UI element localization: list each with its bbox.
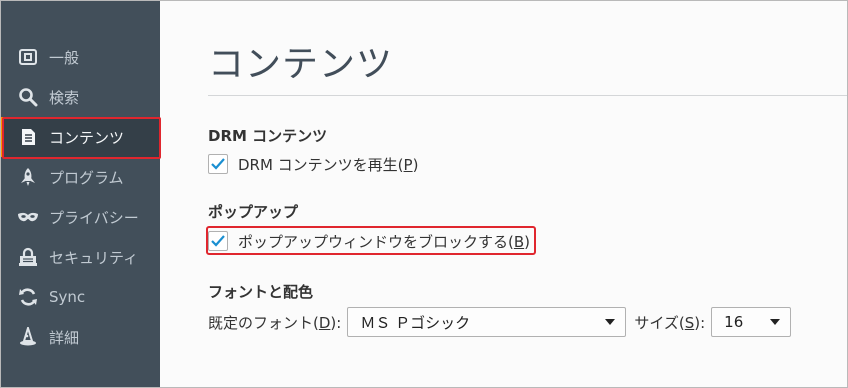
- sidebar-item-security[interactable]: セキュリティ: [1, 237, 160, 277]
- sidebar: 一般 検索 コンテンツ プログラム プライバシー セキュリティ Sync 詳細: [1, 1, 160, 387]
- sidebar-item-label: プログラム: [49, 168, 124, 187]
- content-pane: コンテンツ DRM コンテンツ DRM コンテンツを再生(P) ポップアップ ポ…: [160, 1, 847, 387]
- sidebar-item-privacy[interactable]: プライバシー: [1, 197, 160, 237]
- general-icon: [17, 46, 39, 68]
- sidebar-item-search[interactable]: 検索: [1, 77, 160, 117]
- font-size-label: サイズ(S):: [634, 313, 706, 332]
- sidebar-item-label: セキュリティ: [49, 248, 139, 267]
- mask-icon: [17, 206, 39, 228]
- sidebar-item-label: 詳細: [49, 328, 80, 347]
- font-row: 既定のフォント(D): ＭＳ Ｐゴシック サイズ(S): 16: [208, 307, 792, 337]
- sync-icon: [17, 286, 39, 308]
- popup-highlight: [206, 226, 536, 255]
- popup-heading: ポップアップ: [208, 203, 299, 221]
- default-font-label: 既定のフォント(D):: [208, 313, 342, 332]
- sidebar-item-label: 検索: [49, 88, 80, 107]
- sidebar-item-label: 一般: [49, 48, 80, 67]
- sidebar-item-general[interactable]: 一般: [1, 37, 160, 77]
- sidebar-item-sync[interactable]: Sync: [1, 277, 160, 317]
- font-size-select[interactable]: 16: [711, 307, 792, 337]
- sidebar-item-applications[interactable]: プログラム: [1, 157, 160, 197]
- default-font-value: ＭＳ Ｐゴシック: [360, 313, 471, 332]
- chevron-down-icon: [770, 319, 781, 325]
- chevron-down-icon: [605, 319, 616, 325]
- sidebar-item-advanced[interactable]: 詳細: [1, 317, 160, 357]
- sidebar-item-label: Sync: [49, 288, 86, 306]
- lock-icon: [17, 246, 39, 268]
- drm-checkbox[interactable]: [208, 154, 228, 174]
- preferences-window: 一般 検索 コンテンツ プログラム プライバシー セキュリティ Sync 詳細 …: [0, 0, 848, 388]
- drm-checkbox-label: DRM コンテンツを再生(P): [238, 155, 419, 174]
- title-divider: [208, 95, 847, 96]
- drm-checkbox-row[interactable]: DRM コンテンツを再生(P): [208, 152, 418, 176]
- wizard-icon: [17, 326, 39, 348]
- page-title: コンテンツ: [208, 44, 394, 85]
- drm-heading: DRM コンテンツ: [208, 127, 328, 145]
- search-icon: [17, 86, 39, 108]
- fonts-heading: フォントと配色: [208, 283, 314, 301]
- font-size-value: 16: [724, 313, 744, 331]
- selection-highlight: [2, 117, 161, 159]
- checkmark-icon: [211, 158, 225, 170]
- rocket-icon: [17, 166, 39, 188]
- sidebar-item-label: プライバシー: [49, 208, 139, 227]
- default-font-select[interactable]: ＭＳ Ｐゴシック: [347, 307, 627, 337]
